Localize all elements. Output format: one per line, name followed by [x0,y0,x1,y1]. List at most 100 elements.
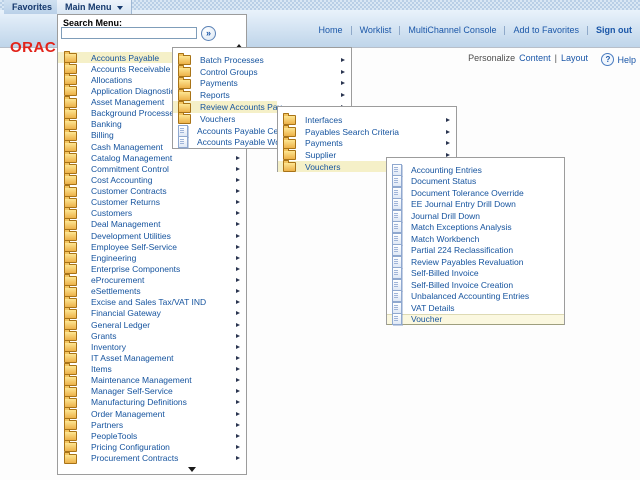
menu-item-control-groups[interactable]: Control Groups [173,66,351,78]
menu-item-ee-journal-entry-drill-down[interactable]: EE Journal Entry Drill Down [387,199,564,211]
menu-item-payments[interactable]: Payments [173,78,351,90]
menu-item-payables-search-criteria[interactable]: Payables Search Criteria [278,126,456,138]
menu-item-document-status[interactable]: Document Status [387,176,564,188]
menu-item-pricing-configuration[interactable]: Pricing Configuration [58,441,246,452]
menu-item-payments[interactable]: Payments [278,137,456,149]
search-go-button[interactable]: » [201,26,216,41]
menu-item-development-utilities[interactable]: Development Utilities [58,230,246,241]
submenu-arrow-icon [236,200,240,204]
page-icon [392,221,402,233]
folder-icon [178,55,191,65]
menu-item-financial-gateway[interactable]: Financial Gateway [58,308,246,319]
chevron-down-icon [117,6,123,10]
tab-favorites-label: Favorites [12,2,52,12]
menu-item-document-tolerance-override[interactable]: Document Tolerance Override [387,187,564,199]
menu-item-order-management[interactable]: Order Management [58,408,246,419]
menu-item-match-workbench[interactable]: Match Workbench [387,233,564,245]
menu-item-deal-management[interactable]: Deal Management [58,219,246,230]
menu-item-commitment-control[interactable]: Commitment Control [58,163,246,174]
menu-search-input[interactable] [61,27,197,39]
menu-item-label: Accounts Payable [91,53,159,63]
menu-item-label: Enterprise Components [91,264,180,274]
menu-item-label: Partners [91,420,123,430]
submenu-arrow-icon [236,256,240,260]
submenu-arrow-icon [236,323,240,327]
nav-separator [504,26,505,35]
menu-item-label: Unbalanced Accounting Entries [411,291,529,301]
menu-item-journal-drill-down[interactable]: Journal Drill Down [387,210,564,222]
menu-item-partners[interactable]: Partners [58,419,246,430]
menu-item-engineering[interactable]: Engineering [58,252,246,263]
submenu-arrow-icon [236,189,240,193]
menu-item-manager-self-service[interactable]: Manager Self-Service [58,386,246,397]
add-to-favorites-link[interactable]: Add to Favorites [513,25,579,35]
menu-item-excise-and-sales-tax-vat-ind[interactable]: Excise and Sales Tax/VAT IND [58,297,246,308]
menu-item-eprocurement[interactable]: eProcurement [58,275,246,286]
menu-item-label: Journal Drill Down [411,211,480,221]
tab-main-menu[interactable]: Main Menu [57,0,132,14]
menu-item-customer-returns[interactable]: Customer Returns [58,197,246,208]
help-link[interactable]: Help [617,55,636,65]
menu-item-cost-accounting[interactable]: Cost Accounting [58,174,246,185]
menu-item-procurement-contracts[interactable]: Procurement Contracts [58,453,246,464]
menu-item-label: Inventory [91,342,126,352]
menu-item-general-ledger[interactable]: General Ledger [58,319,246,330]
personalize-bar: Personalize Content | Layout [468,53,588,63]
menu-item-peopletools[interactable]: PeopleTools [58,430,246,441]
menu-item-unbalanced-accounting-entries[interactable]: Unbalanced Accounting Entries [387,291,564,303]
help-icon[interactable]: ? [601,53,614,66]
worklist-link[interactable]: Worklist [360,25,392,35]
menu-item-batch-processes[interactable]: Batch Processes [173,54,351,66]
menu-item-self-billed-invoice-creation[interactable]: Self-Billed Invoice Creation [387,279,564,291]
scroll-down-icon[interactable] [188,467,196,472]
menu-item-label: Financial Gateway [91,308,161,318]
menu-item-label: Self-Billed Invoice Creation [411,280,513,290]
submenu-arrow-icon [236,445,240,449]
menu-item-customer-contracts[interactable]: Customer Contracts [58,186,246,197]
menu-item-label: Development Utilities [91,231,171,241]
personalize-content-link[interactable]: Content [519,53,551,63]
home-link[interactable]: Home [319,25,343,35]
menu-item-customers[interactable]: Customers [58,208,246,219]
submenu-arrow-icon [341,81,345,85]
submenu-arrow-icon [236,423,240,427]
menu-item-esettlements[interactable]: eSettlements [58,286,246,297]
nav-separator [587,26,588,35]
menu-item-label: Match Exceptions Analysis [411,222,512,232]
menu-level4-list: Accounting EntriesDocument StatusDocumen… [387,164,564,325]
menu-item-self-billed-invoice[interactable]: Self-Billed Invoice [387,268,564,280]
menu-item-label: Asset Management [91,97,164,107]
menu-item-interfaces[interactable]: Interfaces [278,114,456,126]
personalize-layout-link[interactable]: Layout [561,53,588,63]
menu-item-match-exceptions-analysis[interactable]: Match Exceptions Analysis [387,222,564,234]
submenu-arrow-icon [236,156,240,160]
menu-item-label: Accounts Payable WorkCenter [197,137,279,147]
menu-item-it-asset-management[interactable]: IT Asset Management [58,352,246,363]
menu-item-reports[interactable]: Reports [173,89,351,101]
menu-item-inventory[interactable]: Inventory [58,341,246,352]
submenu-arrow-icon [236,167,240,171]
menu-item-accounting-entries[interactable]: Accounting Entries [387,164,564,176]
menu-item-vat-details[interactable]: VAT Details [387,302,564,314]
menu-item-manufacturing-definitions[interactable]: Manufacturing Definitions [58,397,246,408]
menu-item-items[interactable]: Items [58,364,246,375]
menu-item-employee-self-service[interactable]: Employee Self-Service [58,241,246,252]
folder-icon [178,91,191,101]
menu-item-label: Review Payables Revaluation [411,257,523,267]
menu-item-partial-224-reclassification[interactable]: Partial 224 Reclassification [387,245,564,257]
submenu-arrow-icon [236,367,240,371]
page-icon [392,175,402,187]
menu-item-voucher[interactable]: Voucher [387,314,564,326]
page-icon [392,198,402,210]
menu-item-maintenance-management[interactable]: Maintenance Management [58,375,246,386]
multichannel-console-link[interactable]: MultiChannel Console [408,25,496,35]
menu-item-catalog-management[interactable]: Catalog Management [58,152,246,163]
menu-item-label: Vouchers [200,114,235,124]
menu-item-enterprise-components[interactable]: Enterprise Components [58,263,246,274]
menu-item-label: Accounts Payable Center [197,126,279,136]
menu-item-grants[interactable]: Grants [58,330,246,341]
sign-out-link[interactable]: Sign out [596,25,632,35]
menu-item-label: Control Groups [200,67,258,77]
menu-item-review-payables-revaluation[interactable]: Review Payables Revaluation [387,256,564,268]
menu-item-label: Deal Management [91,219,160,229]
